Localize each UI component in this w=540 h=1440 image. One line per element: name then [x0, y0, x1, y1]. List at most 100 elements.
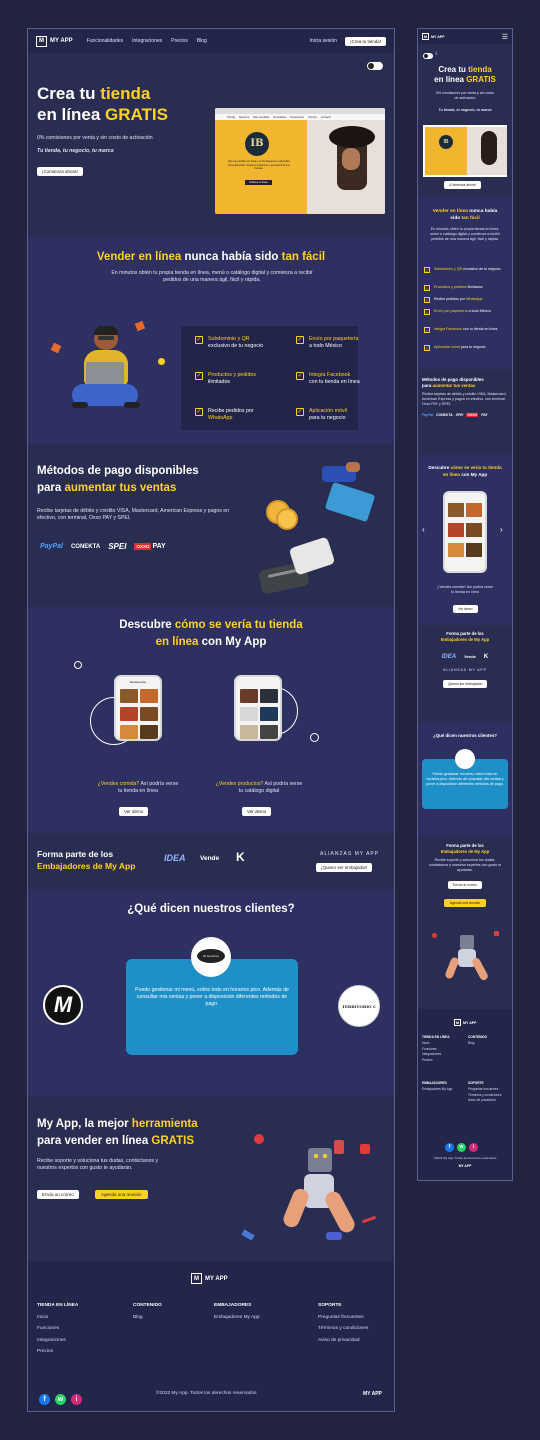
client-logo-left[interactable]: M — [43, 985, 83, 1025]
mobile-start-button[interactable]: ¡Comienza ahora! — [444, 181, 481, 189]
footer-col-ambassadors: EMBAJADORES Embajadores My App — [214, 1300, 260, 1323]
mobile-demo-button[interactable]: Ver demo — [453, 605, 478, 613]
brand-name[interactable]: MY APP — [50, 38, 73, 44]
mobile-testimonial-quote: Puedo gestionar mi menú, sobre todo en h… — [426, 772, 504, 786]
mobile-email-button[interactable]: Envía un correo — [448, 881, 482, 889]
footer-link[interactable]: Integraciones — [37, 1335, 78, 1347]
whatsapp-icon[interactable]: w — [457, 1143, 466, 1152]
alliances-label: ALIANZAS MY APP — [320, 851, 380, 857]
whatsapp-icon[interactable]: w — [55, 1394, 66, 1405]
carousel-prev-icon[interactable]: ‹ — [422, 525, 425, 534]
schedule-meeting-button[interactable]: Agenda una reunión — [95, 1190, 148, 1199]
mobile-payments-section: Métodos de pago disponibles para aumentar… — [422, 377, 507, 417]
spei-logo: SPEI — [108, 542, 127, 551]
food-demo-button[interactable]: Ver demo — [119, 807, 149, 816]
payments-description: Recibe tarjetas de débito y crédito VISA… — [37, 508, 230, 521]
hero-tagline: Tu tienda, tu negocio, tu marca — [37, 148, 114, 154]
mobile-sell-section: Vender en línea nunca había sido tan fáci… — [418, 197, 512, 369]
instagram-icon[interactable]: i — [71, 1394, 82, 1405]
check-icon: ✓ — [296, 336, 304, 344]
mobile-feature: ✓ Recibe pedidos por WhatsApp — [424, 297, 483, 303]
ambassador-button[interactable]: ¡Quiero ser embajador! — [316, 863, 373, 872]
idea-partner-logo: IDEA — [164, 853, 186, 863]
footer-link[interactable]: Inicio — [37, 1312, 78, 1324]
sell-section: Vender en línea nunca había sido tan fác… — [28, 237, 394, 444]
nav-link-features[interactable]: Funcionalidades — [87, 38, 123, 44]
mobile-ambassador-button[interactable]: ¡Quiero ser embajador! — [442, 680, 488, 688]
footer-link[interactable]: Embajadores My App — [214, 1312, 260, 1324]
footer-logo[interactable]: M MY APP — [191, 1273, 228, 1284]
oxxo-logo: OXXO — [134, 543, 152, 550]
deco-circle — [310, 733, 319, 742]
mobile-logo[interactable]: M — [422, 33, 429, 40]
dark-mode-icon[interactable]: ☾ — [377, 61, 382, 68]
feature-subdomain: ✓ Subdominio y QR exclusivo de tu negocio — [195, 336, 264, 349]
footer-link[interactable]: Aviso de privacidad — [318, 1335, 368, 1347]
mobile-meeting-button[interactable]: Agenda una reunión — [443, 899, 487, 907]
testimonials-section: ¿Qué dicen nuestros clientes? Puedo gest… — [28, 889, 394, 1096]
person-laptop-illustration — [48, 314, 168, 424]
desktop-preview: M MY APP Funcionalidades Integraciones P… — [27, 28, 395, 1412]
mobile-brand[interactable]: MY APP — [431, 35, 445, 39]
carousel-next-icon[interactable]: › — [500, 525, 503, 534]
footer-link[interactable]: Precios — [37, 1346, 78, 1358]
mobile-best-section: Forma parte de los Embajadores de My App … — [428, 843, 502, 907]
mobile-hero-title: Crea tu tienda en línea GRATIS — [434, 65, 496, 84]
mobile-hero-tagline: Tu tienda, tu negocio, tu marca — [438, 108, 492, 112]
footer-link[interactable]: Términos y condiciones — [318, 1323, 368, 1335]
feature-shipping: ✓ Envío por paquetería a todo México — [296, 336, 359, 349]
mobile-social-links: fwi — [445, 1135, 481, 1153]
footer-link[interactable]: Funciones — [37, 1323, 78, 1335]
mobile-ambassadors-section: Forma parte de los Embajadores de My App … — [440, 631, 490, 688]
mobile-feature: ✓ Integra Facebook con tu tienda en línea — [424, 327, 498, 333]
login-link[interactable]: Inicia sesión — [309, 38, 337, 44]
start-now-button[interactable]: ¡Comienza ahora! — [37, 167, 83, 176]
hamburger-menu-icon[interactable]: ☰ — [502, 33, 508, 41]
send-email-button[interactable]: Envía un correo — [37, 1190, 79, 1199]
food-phone-mockup: Restaurante — [114, 675, 162, 741]
discover-section: Descubre cómo se vería tu tienda en línea… — [28, 607, 394, 833]
nav-link-blog[interactable]: Blog — [197, 38, 207, 44]
mobile-nav: M MY APP ☰ — [418, 29, 512, 44]
footer-col-store: TIENDA EN LÍNEA Inicio Funciones Integra… — [37, 1300, 78, 1358]
mobile-store-mockup: IB — [423, 125, 507, 177]
products-demo-button[interactable]: Ver demo — [242, 807, 272, 816]
features-panel: ✓ Subdominio y QR exclusivo de tu negocio … — [181, 326, 360, 430]
mobile-copyright: ©2022 My App. Todos los derechos reserva… — [433, 1156, 497, 1160]
payment-logos: PayPal CONEKTA SPEI OXXO PAY — [40, 542, 166, 551]
mobile-phone-mockup — [443, 491, 487, 573]
shop-order-button[interactable]: Ordena en línea — [245, 180, 272, 185]
footer-link[interactable]: Preguntas frecuentes — [318, 1312, 368, 1324]
clothes-phone-mockup — [234, 675, 282, 741]
logo-mark[interactable]: M — [36, 35, 47, 47]
testimonial-quote: Puedo gestionar mi menú, sobre todo en h… — [135, 987, 289, 1007]
feature-mobile-app: ✓ Aplicación móvil para tu negocio — [296, 408, 347, 421]
check-icon: ✓ — [195, 372, 203, 380]
mobile-payment-logos: PayPal CONEKTA SPEI OXXO PAY — [422, 413, 488, 417]
nav-link-integrations[interactable]: Integraciones — [132, 38, 162, 44]
check-icon: ✓ — [195, 408, 203, 416]
footer-link[interactable]: Blog — [133, 1312, 162, 1324]
facebook-icon[interactable]: f — [445, 1143, 454, 1152]
conekta-logo: CONEKTA — [70, 543, 101, 550]
mobile-discover-caption: ¿Vendes comida? Así podría verse tu tien… — [437, 585, 493, 594]
feature-whatsapp: ✓ Recibe pedidos por WhatsApp — [195, 408, 254, 421]
mobile-footer-brand: MY APP — [458, 1164, 472, 1168]
client-logo-right[interactable]: TERRITORIO C — [338, 985, 380, 1027]
ambassadors-title: Forma parte de los Embajadores de My App — [37, 849, 136, 871]
mobile-theme-toggle[interactable] — [423, 53, 433, 59]
testimonial-avatar: El Gourmet — [191, 937, 231, 977]
hero-subtitle: 0% comisiones por venta y sin costo de a… — [37, 135, 153, 141]
shop-text: Haz tus pedidos en línea y te los llevam… — [227, 160, 291, 171]
copyright: ©2022 My App. Todos los derechos reserva… — [156, 1391, 257, 1396]
paypal-logo: PayPal — [40, 543, 63, 550]
create-store-button[interactable]: ¡Crea tu tienda! — [344, 36, 386, 46]
mobile-dark-icon[interactable]: ☾ — [435, 51, 439, 57]
facebook-icon[interactable]: f — [39, 1394, 50, 1405]
instagram-icon[interactable]: i — [469, 1143, 478, 1152]
hero-title: Crea tu tienda en línea GRATIS — [37, 84, 168, 124]
food-demo-caption: ¿Vendes comida? Así podría verse tu tien… — [97, 781, 179, 794]
store-photo — [307, 120, 385, 214]
nav-link-pricing[interactable]: Precios — [171, 38, 188, 44]
hero-section: ☾ Crea tu tienda en línea GRATIS 0% comi… — [28, 53, 394, 237]
